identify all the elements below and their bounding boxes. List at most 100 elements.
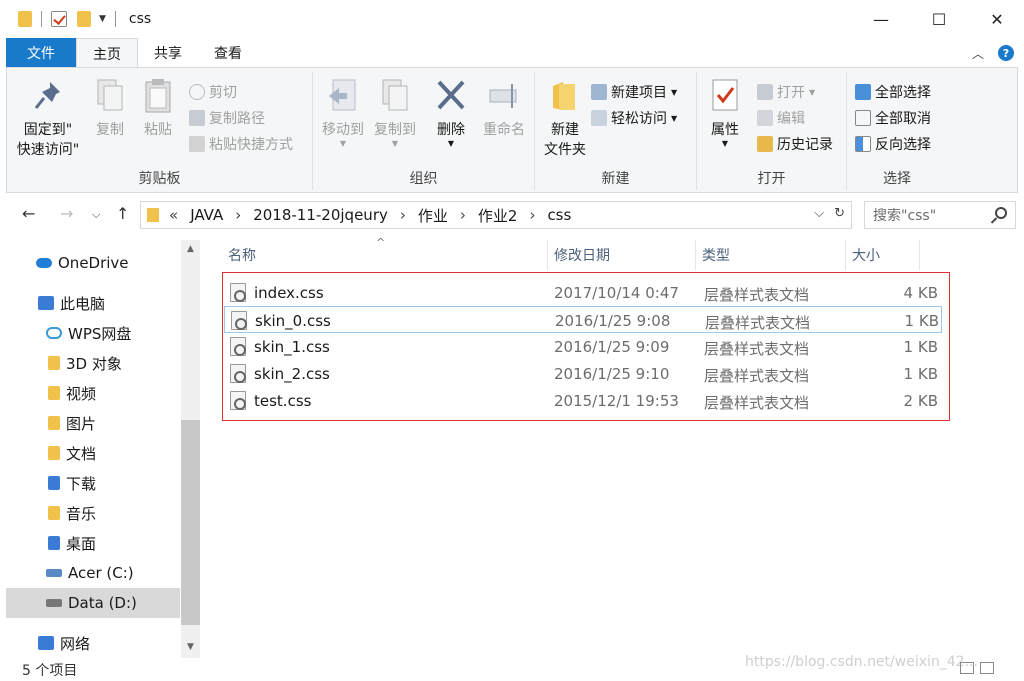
divider [41, 11, 42, 27]
properties-quick-icon[interactable] [51, 11, 67, 27]
file-size: 1 KB [903, 338, 938, 356]
sidebar-item-label: OneDrive [58, 254, 129, 272]
properties-button[interactable]: 属性 ▼ [703, 78, 747, 148]
edit-button[interactable]: 编辑 [757, 106, 805, 130]
pin-quick-access-button[interactable]: 固定到" 快速访问" [13, 78, 83, 160]
breadcrumb-separator[interactable]: › [460, 206, 466, 224]
scroll-down-icon[interactable]: ▼ [181, 638, 200, 656]
easy-access-button[interactable]: 轻松访问 ▼ [591, 106, 677, 130]
sidebar-item-downloads[interactable]: 下载 [48, 468, 228, 498]
breadcrumb-homework[interactable]: 作业 [418, 205, 448, 226]
tab-share[interactable]: 共享 [138, 38, 198, 68]
large-icons-view-icon[interactable] [980, 662, 994, 674]
copy-button[interactable]: 复制 [91, 78, 129, 140]
close-button[interactable]: ✕ [974, 0, 1020, 38]
new-folder-icon [549, 78, 581, 114]
sidebar-item-music[interactable]: 音乐 [48, 498, 228, 528]
open-label: 打开 [777, 85, 805, 101]
sidebar-item-3d-objects[interactable]: 3D 对象 [48, 348, 228, 378]
select-all-button[interactable]: 全部选择 [855, 80, 931, 104]
css-file-icon [231, 311, 247, 330]
breadcrumb-css[interactable]: css [547, 206, 571, 224]
invert-selection-button[interactable]: 反向选择 [855, 132, 931, 156]
back-arrow-icon[interactable]: ← [22, 204, 35, 223]
invert-selection-label: 反向选择 [875, 137, 931, 153]
tab-view[interactable]: 查看 [198, 38, 258, 68]
recent-locations-chevron-icon[interactable]: ⌵ [92, 208, 100, 222]
css-file-icon [230, 364, 246, 383]
column-header-row: 名称 修改日期 类型 大小 [222, 240, 1024, 270]
tab-home[interactable]: 主页 [76, 38, 138, 68]
paste-button[interactable]: 粘贴 [139, 78, 177, 140]
file-name: skin_0.css [255, 312, 331, 330]
up-arrow-icon[interactable]: ↑ [116, 204, 129, 223]
breadcrumb-overflow[interactable]: « [169, 206, 178, 224]
select-none-button[interactable]: 全部取消 [855, 106, 931, 130]
breadcrumb-java[interactable]: JAVA [190, 206, 223, 224]
file-type: 层叠样式表文档 [705, 314, 811, 332]
customize-toolbar-dropdown[interactable]: ▼ [99, 14, 106, 24]
scrollbar-thumb[interactable] [181, 420, 200, 625]
file-size: 1 KB [903, 365, 938, 383]
file-row[interactable]: test.css 2015/12/1 19:53 层叠样式表文档 2 KB [224, 387, 942, 414]
address-dropdown-chevron-icon[interactable]: ⌵ [814, 206, 824, 221]
sidebar-item-pictures[interactable]: 图片 [48, 408, 228, 438]
sidebar-scrollbar[interactable]: ▲ ▼ [181, 240, 200, 658]
file-row[interactable]: skin_1.css 2016/1/25 9:09 层叠样式表文档 1 KB [224, 333, 942, 360]
file-row[interactable]: skin_0.css 2016/1/25 9:08 层叠样式表文档 1 KB [224, 306, 942, 333]
file-row[interactable]: skin_2.css 2016/1/25 9:10 层叠样式表文档 1 KB [224, 360, 942, 387]
new-folder-quick-icon[interactable] [77, 11, 91, 27]
file-size: 4 KB [903, 284, 938, 302]
cut-button[interactable]: 剪切 [189, 80, 237, 104]
sidebar-item-drive-d[interactable]: Data (D:) [6, 588, 180, 618]
refresh-icon[interactable]: ↻ [834, 206, 845, 221]
help-icon[interactable]: ? [998, 45, 1014, 61]
new-item-label: 新建项目 [611, 85, 667, 101]
address-bar[interactable]: « JAVA › 2018-11-20jqeury › 作业 › 作业2 › c… [140, 201, 852, 229]
forward-arrow-icon[interactable]: → [60, 204, 73, 223]
copy-label: 复制 [96, 122, 124, 138]
ribbon: 固定到" 快速访问" 复制 粘贴 剪切 复制路径 粘贴快捷方式 剪贴板 移动到 … [6, 67, 1018, 193]
file-row[interactable]: index.css 2017/10/14 0:47 层叠样式表文档 4 KB [224, 279, 942, 306]
breadcrumb-separator[interactable]: › [400, 206, 406, 224]
css-file-icon [230, 337, 246, 356]
breadcrumb-separator[interactable]: › [529, 206, 535, 224]
delete-button[interactable]: 删除 ▼ [431, 78, 471, 148]
paste-shortcut-button[interactable]: 粘贴快捷方式 [189, 132, 293, 156]
ribbon-tabs: 文件 主页 共享 查看 ︿ ? [0, 38, 1024, 68]
collapse-ribbon-icon[interactable]: ︿ [972, 45, 984, 62]
file-type: 层叠样式表文档 [704, 340, 810, 358]
move-to-button[interactable]: 移动到 ▼ [319, 78, 367, 148]
copy-path-button[interactable]: 复制路径 [189, 106, 265, 130]
column-header-size[interactable]: 大小 [846, 240, 920, 270]
search-box[interactable]: 搜索"css" [864, 201, 1016, 229]
sidebar-item-label: 图片 [66, 414, 97, 433]
search-icon[interactable] [995, 207, 1007, 219]
maximize-button[interactable]: ☐ [916, 0, 962, 38]
minimize-button[interactable]: — [858, 0, 904, 38]
sidebar-item-desktop[interactable]: 桌面 [48, 528, 228, 558]
sidebar-item-documents[interactable]: 文档 [48, 438, 228, 468]
tab-file[interactable]: 文件 [6, 38, 76, 68]
folder-icon [48, 356, 60, 370]
paste-icon [142, 78, 174, 114]
column-header-date[interactable]: 修改日期 [548, 240, 696, 270]
properties-icon [709, 78, 741, 114]
breadcrumb-separator[interactable]: › [235, 206, 241, 224]
column-header-name[interactable]: 名称 [222, 240, 548, 270]
new-item-button[interactable]: 新建项目 ▼ [591, 80, 677, 104]
breadcrumb-homework2[interactable]: 作业2 [478, 205, 518, 226]
rename-button[interactable]: 重命名 [479, 78, 529, 140]
sidebar-item-videos[interactable]: 视频 [48, 378, 228, 408]
scroll-up-icon[interactable]: ▲ [181, 240, 200, 258]
cut-label: 剪切 [209, 85, 237, 101]
sidebar-item-label: 视频 [66, 384, 97, 403]
delete-icon [435, 78, 467, 114]
history-button[interactable]: 历史记录 [757, 132, 833, 156]
copy-to-button[interactable]: 复制到 ▼ [371, 78, 419, 148]
column-header-type[interactable]: 类型 [696, 240, 846, 270]
new-folder-button[interactable]: 新建 文件夹 [539, 78, 591, 160]
breadcrumb-date-folder[interactable]: 2018-11-20jqeury [253, 206, 388, 224]
open-button[interactable]: 打开 ▼ [757, 80, 815, 104]
details-view-icon[interactable] [960, 662, 974, 674]
